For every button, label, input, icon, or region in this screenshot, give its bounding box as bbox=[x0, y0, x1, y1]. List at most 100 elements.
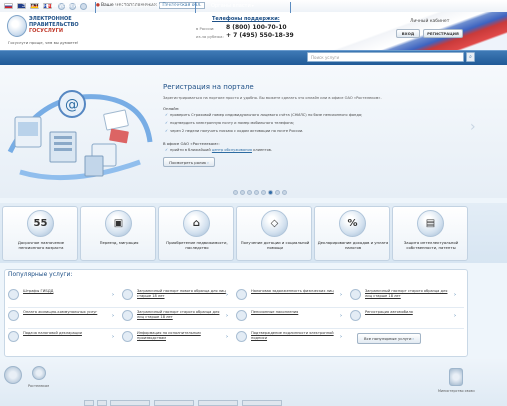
popular-service-label: Подача налоговой декларации bbox=[23, 331, 82, 335]
slide-dot[interactable] bbox=[247, 190, 252, 195]
check-icon: ✓ bbox=[165, 121, 169, 125]
popular-service-item[interactable]: Оплата жилищно-коммунальных услуг › bbox=[8, 310, 120, 328]
service-card[interactable]: ▣ Переезд, миграция bbox=[80, 206, 156, 261]
rostelecom-label: Ростелеком bbox=[28, 384, 49, 388]
nav-divider bbox=[195, 2, 196, 13]
service-label: Досрочное назначение пенсионного возраст… bbox=[17, 240, 65, 250]
nav-label: Электронные услуги bbox=[22, 3, 77, 9]
register-button[interactable]: РЕГИСТРАЦИЯ bbox=[423, 29, 463, 38]
popular-service-label: Подтверждение подлинности электронной по… bbox=[251, 331, 334, 340]
slide-dot[interactable] bbox=[268, 190, 273, 195]
chevron-right-icon: › bbox=[454, 313, 456, 319]
ministry-label: Министерство связи bbox=[438, 389, 475, 393]
slide-dot[interactable] bbox=[282, 190, 287, 195]
ministry-emblem-icon[interactable] bbox=[449, 368, 463, 386]
footer-badge[interactable] bbox=[198, 400, 238, 406]
footer bbox=[0, 359, 507, 406]
support-phones-title[interactable]: Телефоны поддержки: bbox=[212, 16, 280, 22]
all-popular-label: Все популярные услуги bbox=[364, 336, 412, 341]
service-card[interactable]: ▤ Защита интеллектуальной собственности, … bbox=[392, 206, 468, 261]
office-step-suffix: клиентов. bbox=[253, 148, 273, 152]
footer-badge[interactable] bbox=[84, 400, 94, 406]
service-icon bbox=[350, 289, 361, 300]
service-icon bbox=[8, 331, 19, 342]
check-icon: ✓ bbox=[165, 113, 169, 117]
banner-office-label: В офисе ОАО «Ростелеком»: bbox=[163, 141, 220, 146]
rostelecom-logo-icon[interactable] bbox=[32, 366, 46, 380]
banner-step-text: проверить Страховой номер индивидуальног… bbox=[170, 113, 363, 117]
logo-line3: ГОСУСЛУГИ bbox=[29, 28, 64, 34]
banner-online-label: Онлайн: bbox=[163, 106, 180, 111]
row-divider bbox=[8, 328, 464, 329]
banner-intro: Зарегистрироваться на портале просто и у… bbox=[163, 96, 382, 100]
watch-video-label: Посмотреть ролик bbox=[169, 160, 207, 165]
chevron-down-icon: ▾ bbox=[178, 3, 181, 8]
slide-dot[interactable] bbox=[261, 190, 266, 195]
service-center-link[interactable]: центр обслуживания bbox=[212, 148, 252, 152]
nav-divider bbox=[95, 2, 96, 13]
footer-badge[interactable] bbox=[154, 400, 194, 406]
popular-service-item[interactable]: Налоговая задолженность физических лиц › bbox=[236, 289, 348, 307]
slide-dot[interactable] bbox=[254, 190, 259, 195]
nav-item-service-info[interactable]: Информация об услугах▾ bbox=[114, 3, 181, 9]
russia-flag-icon[interactable] bbox=[4, 3, 13, 9]
portal-logo[interactable]: ЭЛЕКТРОННОЕ ПРАВИТЕЛЬСТВО ГОСУСЛУГИ bbox=[29, 16, 79, 34]
popular-service-item[interactable]: Заграничный паспорт старого образца для … bbox=[122, 310, 234, 328]
nav-item-electronic-services[interactable]: Электронные услуги▾ bbox=[22, 3, 80, 9]
slide-dot[interactable] bbox=[233, 190, 238, 195]
service-card[interactable]: 55 Досрочное назначение пенсионного возра… bbox=[2, 206, 78, 261]
service-icon: ▤ bbox=[417, 210, 444, 237]
popular-service-label: Пенсионные накопления bbox=[251, 310, 299, 314]
search-input[interactable]: Поиск услуги bbox=[307, 52, 464, 62]
tagline: Госуслуги проще, чем вы думаете! bbox=[8, 40, 79, 45]
chevron-right-icon: › bbox=[112, 292, 114, 298]
popular-service-label: Информация по исполнительным производств… bbox=[137, 331, 201, 340]
portal-logo-icon[interactable] bbox=[7, 15, 27, 37]
footer-badge[interactable] bbox=[242, 400, 282, 406]
banner-title: Регистрация на портале bbox=[163, 83, 254, 91]
banner-step: ✓ через 2 недели получить письмо с кодом … bbox=[165, 129, 303, 133]
popular-service-item[interactable]: Пенсионные накопления › bbox=[236, 310, 348, 328]
popular-service-item[interactable]: Подтверждение подлинности электронной по… bbox=[236, 331, 348, 349]
cabinet-title: Личный кабинет bbox=[410, 19, 450, 24]
service-card[interactable]: % Декларирование доходов и уплата налогов bbox=[314, 206, 390, 261]
service-card[interactable]: ⌂ Приобретение недвижимости, наследство bbox=[158, 206, 234, 261]
slide-dot[interactable] bbox=[240, 190, 245, 195]
login-button[interactable]: ВХОД bbox=[396, 29, 420, 38]
service-card[interactable]: ◇ Получение дотации и социальной помощи bbox=[236, 206, 312, 261]
phone1-label: в России: bbox=[196, 26, 215, 31]
slide-dot[interactable] bbox=[275, 190, 280, 195]
mail-icon[interactable] bbox=[80, 3, 87, 10]
chevron-right-icon: › bbox=[340, 334, 342, 340]
office-step-prefix: прийти в ближайший bbox=[170, 148, 211, 152]
chevron-right-icon: › bbox=[207, 160, 209, 165]
service-icon: ◇ bbox=[261, 210, 288, 237]
popular-service-label: Заграничный паспорт старого образца для … bbox=[365, 289, 448, 298]
nav-item-authorities[interactable]: Органы власти▾ bbox=[211, 3, 254, 9]
pin-icon: ● bbox=[96, 3, 100, 8]
footer-badge[interactable] bbox=[97, 400, 107, 406]
popular-service-item[interactable]: Подача налоговой декларации › bbox=[8, 331, 120, 349]
banner-step-text: подтвердить электронную почту и номер мо… bbox=[170, 121, 295, 125]
service-icon bbox=[122, 289, 133, 300]
popular-service-item[interactable]: Регистрация автомобиля › bbox=[350, 310, 462, 328]
chevron-right-icon: › bbox=[454, 292, 456, 298]
chevron-right-icon: › bbox=[226, 334, 228, 340]
popular-service-label: Заграничный паспорт нового образца для л… bbox=[137, 289, 226, 298]
popular-service-item[interactable]: Штрафы ГИБДД › bbox=[8, 289, 120, 307]
footer-badge[interactable] bbox=[110, 400, 150, 406]
next-slide-icon[interactable]: › bbox=[470, 119, 476, 135]
popular-services-title: Популярные услуги: bbox=[8, 271, 73, 278]
banner-step: ✓ подтвердить электронную почту и номер м… bbox=[165, 121, 294, 125]
search-icon[interactable]: ⌕ bbox=[466, 52, 475, 62]
popular-service-item[interactable]: Заграничный паспорт старого образца для … bbox=[350, 289, 462, 307]
all-popular-services-button[interactable]: Все популярные услуги› bbox=[357, 333, 421, 344]
service-icon bbox=[8, 289, 19, 300]
popular-service-item[interactable]: Заграничный паспорт нового образца для л… bbox=[122, 289, 234, 307]
service-icon bbox=[122, 331, 133, 342]
watch-video-button[interactable]: Посмотреть ролик› bbox=[163, 157, 215, 167]
popular-service-label: Регистрация автомобиля bbox=[365, 310, 413, 314]
chevron-right-icon: › bbox=[112, 313, 114, 319]
popular-service-item[interactable]: Информация по исполнительным производств… bbox=[122, 331, 234, 349]
banner-step: ✓ проверить Страховой номер индивидуально… bbox=[165, 113, 362, 117]
